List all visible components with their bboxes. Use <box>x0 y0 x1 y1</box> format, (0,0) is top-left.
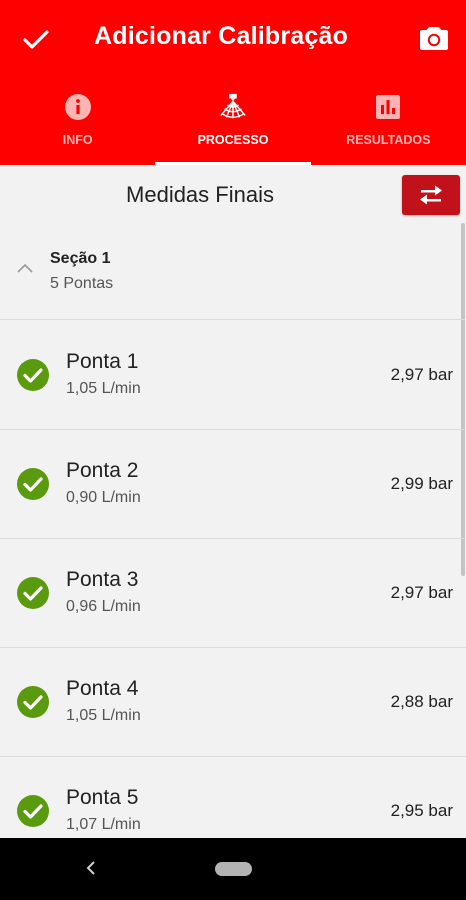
nozzle-name: Ponta 4 <box>66 677 139 700</box>
nozzle-row[interactable]: Ponta 2 0,90 L/min 2,99 bar <box>0 429 466 539</box>
camera-icon <box>420 27 448 50</box>
camera-button[interactable] <box>416 20 452 56</box>
tab-processo-label: PROCESSO <box>197 133 269 147</box>
nozzle-pressure: 2,95 bar <box>390 801 453 820</box>
spray-nozzle-icon <box>218 92 248 122</box>
system-nav-bar <box>0 838 466 900</box>
bar-chart-icon <box>373 92 403 122</box>
back-icon[interactable] <box>80 856 104 880</box>
nozzle-row[interactable]: Ponta 3 0,96 L/min 2,97 bar <box>0 538 466 648</box>
nozzle-name: Ponta 5 <box>66 786 139 809</box>
check-circle-icon <box>17 686 49 718</box>
swap-button[interactable] <box>402 175 460 215</box>
check-circle-icon <box>17 577 49 609</box>
info-icon <box>63 92 93 122</box>
measures-header: Medidas Finais <box>0 165 466 225</box>
nozzle-row[interactable]: Ponta 4 1,05 L/min 2,88 bar <box>0 647 466 757</box>
tab-info[interactable]: INFO <box>0 84 155 165</box>
tab-info-label: INFO <box>62 133 93 147</box>
nozzle-flow: 0,90 L/min <box>66 489 141 506</box>
swap-icon <box>420 185 442 205</box>
nozzle-pressure: 2,97 bar <box>390 583 453 602</box>
main-content: Medidas Finais Seção 1 5 Pontas Ponta 1 … <box>0 165 466 838</box>
tab-bar: INFO PROCESSO RESULTADOS <box>0 84 466 165</box>
section-group-count: 5 Pontas <box>50 275 114 292</box>
nozzle-pressure: 2,99 bar <box>390 474 453 493</box>
section-title: Medidas Finais <box>126 182 274 207</box>
section-group-name: Seção 1 <box>50 250 111 267</box>
nozzle-flow: 1,05 L/min <box>66 380 141 397</box>
tab-resultados[interactable]: RESULTADOS <box>311 84 466 165</box>
nozzle-name: Ponta 2 <box>66 459 139 482</box>
home-pill-icon[interactable] <box>215 862 252 876</box>
tab-processo[interactable]: PROCESSO <box>155 84 311 165</box>
section-group-header[interactable]: Seção 1 5 Pontas <box>0 225 466 320</box>
nozzle-flow: 1,07 L/min <box>66 816 141 833</box>
check-circle-icon <box>17 468 49 500</box>
nozzle-flow: 0,96 L/min <box>66 598 141 615</box>
check-circle-icon <box>17 795 49 827</box>
confirm-button[interactable] <box>18 22 54 58</box>
check-icon <box>23 30 49 49</box>
check-circle-icon <box>17 359 49 391</box>
page-title: Adicionar Calibração <box>94 22 349 50</box>
nozzle-flow: 1,05 L/min <box>66 707 141 724</box>
app-bar: Adicionar Calibração INFO PROCESSO RESUL… <box>0 0 466 165</box>
nozzle-pressure: 2,88 bar <box>390 692 453 711</box>
nozzle-name: Ponta 1 <box>66 350 139 373</box>
nozzle-row[interactable]: Ponta 1 1,05 L/min 2,97 bar <box>0 320 466 430</box>
nozzle-row[interactable]: Ponta 5 1,07 L/min 2,95 bar <box>0 756 466 838</box>
nozzle-name: Ponta 3 <box>66 568 139 591</box>
chevron-up-icon <box>17 263 33 273</box>
nozzle-pressure: 2,97 bar <box>390 365 453 384</box>
tab-resultados-label: RESULTADOS <box>346 133 431 147</box>
